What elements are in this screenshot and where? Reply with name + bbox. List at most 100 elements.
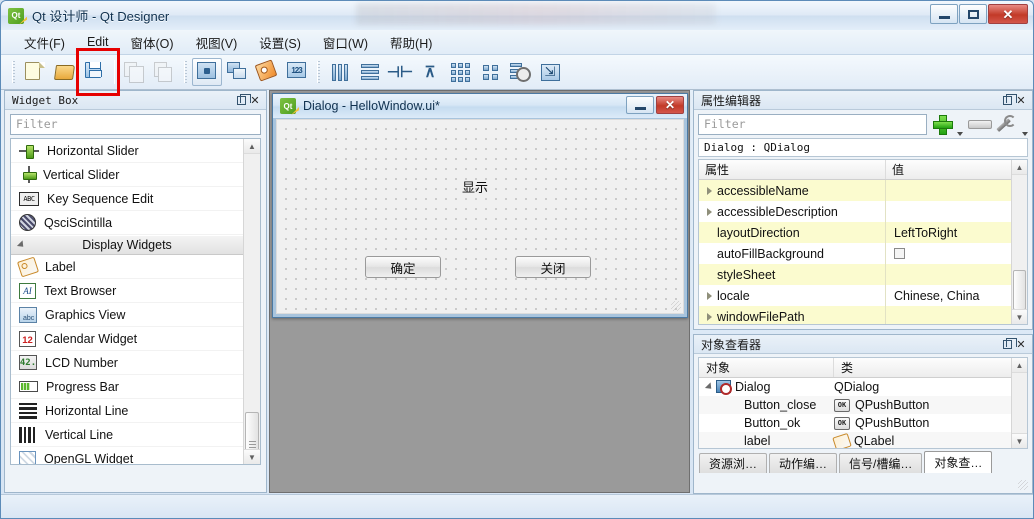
break-layout-button[interactable] (505, 58, 535, 86)
tab-action-editor[interactable]: 动作编… (769, 453, 838, 473)
maximize-button[interactable] (959, 4, 987, 24)
form-close-button[interactable]: ✕ (656, 96, 684, 114)
layout-vertical-splitter-button[interactable]: ⊼ (415, 58, 445, 86)
open-form-button[interactable] (50, 58, 80, 86)
menu-edit[interactable]: Edit (76, 32, 120, 52)
new-form-button[interactable] (20, 58, 50, 86)
menu-settings[interactable]: 设置(S) (248, 30, 312, 55)
menu-window[interactable]: 窗口(W) (312, 30, 379, 55)
property-row[interactable]: styleSheet (699, 264, 1027, 285)
widget-item-horizontal-line[interactable]: Horizontal Line (11, 399, 243, 423)
property-filter-input[interactable]: Filter (698, 113, 927, 135)
property-editor-float-button[interactable] (1000, 93, 1017, 107)
menu-view[interactable]: 视图(V) (185, 30, 249, 55)
canvas-close-button[interactable]: 关闭 (515, 256, 591, 278)
widget-box-filter-input[interactable]: Filter (10, 114, 261, 135)
property-value[interactable]: Chinese, China (886, 285, 1027, 306)
canvas-ok-button[interactable]: 确定 (365, 256, 441, 278)
form-resize-grip[interactable] (671, 301, 681, 311)
property-row[interactable]: windowFilePath (699, 306, 1027, 324)
property-table-scrollbar[interactable]: ▲ ▼ (1011, 160, 1027, 324)
wrench-icon[interactable] (997, 114, 1017, 134)
scroll-down-icon[interactable]: ▼ (244, 449, 260, 464)
property-value[interactable]: LeftToRight (886, 222, 1027, 243)
property-value[interactable] (886, 180, 1027, 201)
widget-box-float-button[interactable] (234, 93, 251, 107)
edit-tab-order-button[interactable]: 123 (282, 58, 312, 86)
widget-item-vertical-slider[interactable]: Vertical Slider (11, 163, 243, 187)
widget-item-key-sequence-edit[interactable]: ABC Key Sequence Edit (11, 187, 243, 211)
chevron-down-icon[interactable] (1022, 132, 1028, 136)
menu-file[interactable]: 文件(F) (13, 30, 76, 55)
scroll-down-icon[interactable]: ▼ (1012, 433, 1027, 448)
layout-horizontal-splitter-button[interactable]: ⊣⊢ (385, 58, 415, 86)
layout-grid-button[interactable] (445, 58, 475, 86)
property-row[interactable]: autoFillBackground (699, 243, 1027, 264)
object-row[interactable]: Button_ok OK QPushButton (699, 414, 1027, 432)
minus-icon[interactable] (968, 119, 992, 129)
tab-signal-slot-editor[interactable]: 信号/槽编… (839, 453, 923, 473)
close-button[interactable]: ✕ (988, 4, 1028, 24)
chevron-down-icon[interactable] (957, 132, 963, 136)
expand-icon[interactable] (707, 186, 712, 195)
widget-category-display-widgets[interactable]: Display Widgets (11, 235, 243, 255)
menu-form[interactable]: 窗体(O) (120, 30, 185, 55)
expand-icon[interactable] (707, 312, 712, 321)
widget-item-opengl-widget[interactable]: OpenGL Widget (11, 447, 243, 464)
resize-grip[interactable] (1018, 480, 1028, 490)
scroll-up-icon[interactable]: ▲ (244, 139, 260, 154)
form-canvas[interactable]: 显示 确定 关闭 (276, 119, 684, 314)
object-inspector-float-button[interactable] (1000, 337, 1017, 351)
copy-button[interactable] (119, 58, 149, 86)
expand-icon[interactable] (707, 291, 712, 300)
layout-horizontally-button[interactable] (325, 58, 355, 86)
minimize-button[interactable] (930, 4, 958, 24)
widget-item-horizontal-slider[interactable]: Horizontal Slider (11, 139, 243, 163)
property-row[interactable]: locale Chinese, China (699, 285, 1027, 306)
property-value[interactable] (886, 201, 1027, 222)
object-row[interactable]: label QLabel (699, 432, 1027, 448)
widget-item-lcd-number[interactable]: 42. LCD Number (11, 351, 243, 375)
edit-widgets-button[interactable] (192, 58, 222, 86)
widget-box-scrollbar[interactable]: ▲ ▼ (243, 139, 260, 464)
scroll-up-icon[interactable]: ▲ (1012, 160, 1027, 175)
canvas-label-widget[interactable]: 显示 (462, 177, 488, 196)
menu-help[interactable]: 帮助(H) (379, 30, 443, 55)
save-form-button[interactable] (80, 58, 110, 86)
widget-item-calendar-widget[interactable]: 12 Calendar Widget (11, 327, 243, 351)
form-window-titlebar[interactable]: Qt Dialog - HelloWindow.ui* ✕ (273, 94, 687, 118)
property-value[interactable] (886, 306, 1027, 324)
layout-vertically-button[interactable] (355, 58, 385, 86)
toolbar-grip-3[interactable] (317, 61, 320, 83)
widget-item-qsciscintilla[interactable]: QsciScintilla (11, 211, 243, 235)
checkbox-icon[interactable] (894, 248, 905, 259)
property-row[interactable]: accessibleDescription (699, 201, 1027, 222)
paste-button[interactable] (149, 58, 179, 86)
edit-signals-slots-button[interactable] (222, 58, 252, 86)
object-row[interactable]: Dialog QDialog (699, 378, 1027, 396)
expand-icon[interactable] (707, 207, 712, 216)
widget-item-progress-bar[interactable]: Progress Bar (11, 375, 243, 399)
widget-item-label[interactable]: Label (11, 255, 243, 279)
form-minimize-button[interactable] (626, 96, 654, 114)
toolbar-grip-2[interactable] (184, 61, 187, 83)
scrollbar-thumb[interactable] (1013, 270, 1026, 310)
tab-object-inspector[interactable]: 对象查… (924, 451, 993, 473)
widget-item-vertical-line[interactable]: Vertical Line (11, 423, 243, 447)
edit-buddies-button[interactable] (252, 58, 282, 86)
property-value[interactable] (886, 264, 1027, 285)
tab-resource-browser[interactable]: 资源浏… (699, 453, 768, 473)
layout-form-button[interactable] (475, 58, 505, 86)
property-row[interactable]: accessibleName (699, 180, 1027, 201)
object-row[interactable]: Button_close OK QPushButton (699, 396, 1027, 414)
expand-icon[interactable] (704, 382, 715, 392)
widget-item-text-browser[interactable]: AI Text Browser (11, 279, 243, 303)
scroll-down-icon[interactable]: ▼ (1012, 309, 1027, 324)
scroll-up-icon[interactable]: ▲ (1012, 358, 1027, 373)
plus-icon[interactable] (932, 114, 953, 135)
toolbar-grip[interactable] (12, 61, 15, 83)
adjust-size-button[interactable]: ⇲ (535, 58, 565, 86)
property-row[interactable]: layoutDirection LeftToRight (699, 222, 1027, 243)
widget-item-graphics-view[interactable]: Graphics View (11, 303, 243, 327)
object-table-scrollbar[interactable]: ▲ ▼ (1011, 358, 1027, 448)
